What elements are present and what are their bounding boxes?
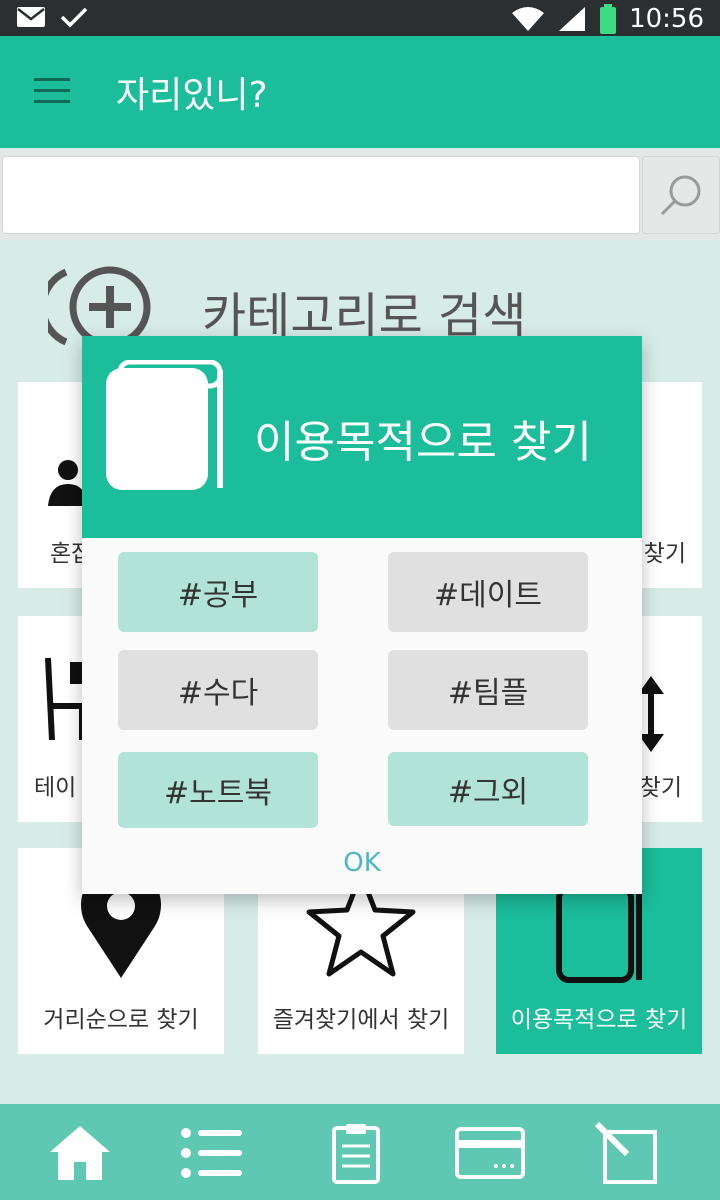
card-label: 찾기 xyxy=(639,775,682,801)
tag-date[interactable]: #데이트 xyxy=(388,552,588,632)
card-label: 찾기 xyxy=(643,541,686,567)
menu-icon[interactable] xyxy=(34,78,70,106)
nav-edit[interactable] xyxy=(588,1118,664,1188)
app-title: 자리있니? xyxy=(116,75,268,116)
bottom-nav xyxy=(0,1104,720,1200)
ok-button[interactable]: OK xyxy=(82,848,642,878)
purpose-dialog: 이용목적으로 찾기 #공부 #데이트 #수다 #팀플 #노트북 #그외 OK xyxy=(82,336,642,894)
clipboard-icon xyxy=(332,1124,380,1184)
tag-study[interactable]: #공부 xyxy=(118,552,318,632)
search-button[interactable] xyxy=(642,156,720,234)
nav-clipboard[interactable] xyxy=(318,1118,394,1188)
clock: 10:56 xyxy=(629,4,704,34)
book-icon xyxy=(106,360,223,490)
battery-icon xyxy=(600,4,617,34)
status-bar: 10:56 xyxy=(0,0,720,36)
search-icon xyxy=(660,175,701,216)
signal-icon xyxy=(559,7,586,31)
list-icon xyxy=(181,1128,242,1178)
credit-card-icon xyxy=(455,1127,525,1179)
nav-list[interactable] xyxy=(174,1118,250,1188)
mail-icon xyxy=(17,7,45,27)
check-icon xyxy=(60,7,88,28)
card-label: 이용목적으로 찾기 xyxy=(510,1007,688,1033)
search-input[interactable] xyxy=(2,156,640,234)
tag-other[interactable]: #그외 xyxy=(388,752,588,826)
dialog-header: 이용목적으로 찾기 xyxy=(82,336,642,538)
tag-chat[interactable]: #수다 xyxy=(118,650,318,730)
dialog-title: 이용목적으로 찾기 xyxy=(254,417,592,468)
edit-icon xyxy=(594,1121,657,1184)
nav-home[interactable] xyxy=(42,1118,118,1188)
tag-laptop[interactable]: #노트북 xyxy=(118,752,318,828)
card-label: 즐겨찾기에서 찾기 xyxy=(272,1007,450,1033)
nav-card[interactable] xyxy=(452,1118,528,1188)
wifi-icon xyxy=(512,7,545,31)
search-bar xyxy=(0,150,720,240)
tag-teamwork[interactable]: #팀플 xyxy=(388,650,588,730)
card-label: 거리순으로 찾기 xyxy=(43,1007,199,1033)
app-bar: 자리있니? xyxy=(0,36,720,148)
home-icon xyxy=(50,1126,110,1180)
